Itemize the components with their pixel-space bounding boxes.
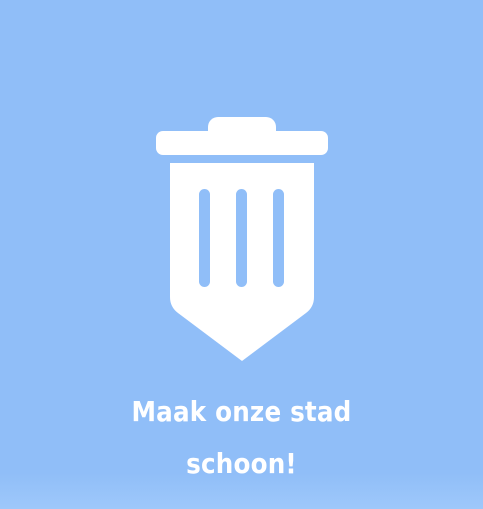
trash-bin-icon bbox=[156, 117, 328, 361]
tagline: Maak onze stad schoon! bbox=[29, 386, 454, 490]
tagline-line-2: schoon! bbox=[186, 447, 297, 480]
splash-screen: Maak onze stad schoon! bbox=[0, 0, 483, 509]
tagline-line-1: Maak onze stad bbox=[131, 395, 352, 428]
